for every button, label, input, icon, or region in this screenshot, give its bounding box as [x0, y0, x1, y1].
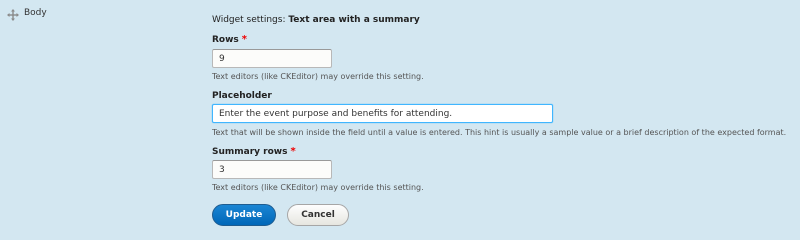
field-label-body: Body	[24, 8, 47, 18]
placeholder-label-text: Placeholder	[212, 91, 272, 101]
placeholder-label: Placeholder	[212, 90, 272, 102]
placeholder-input[interactable]	[212, 104, 553, 123]
update-button[interactable]: Update	[212, 204, 276, 226]
rows-description: Text editors (like CKEditor) may overrid…	[212, 72, 424, 81]
rows-input[interactable]	[212, 49, 332, 68]
widget-settings-form: Widget settings: Text area with a summar…	[212, 14, 797, 226]
rows-required-marker: *	[241, 34, 248, 45]
summary-rows-description: Text editors (like CKEditor) may overrid…	[212, 183, 424, 192]
cancel-button[interactable]: Cancel	[287, 204, 349, 226]
summary-rows-input[interactable]	[212, 160, 332, 179]
rows-label: Rows *	[212, 34, 247, 46]
move-arrows-icon[interactable]	[7, 9, 19, 21]
rows-label-text: Rows	[212, 35, 239, 45]
summary-rows-label-text: Summary rows	[212, 147, 288, 157]
widget-type-name: Text area with a summary	[288, 15, 420, 25]
widget-settings-heading: Widget settings: Text area with a summar…	[212, 14, 797, 26]
summary-rows-label: Summary rows *	[212, 146, 296, 158]
placeholder-description: Text that will be shown inside the field…	[212, 128, 787, 137]
summary-rows-required-marker: *	[290, 146, 296, 157]
widget-settings-prefix: Widget settings:	[212, 15, 289, 25]
